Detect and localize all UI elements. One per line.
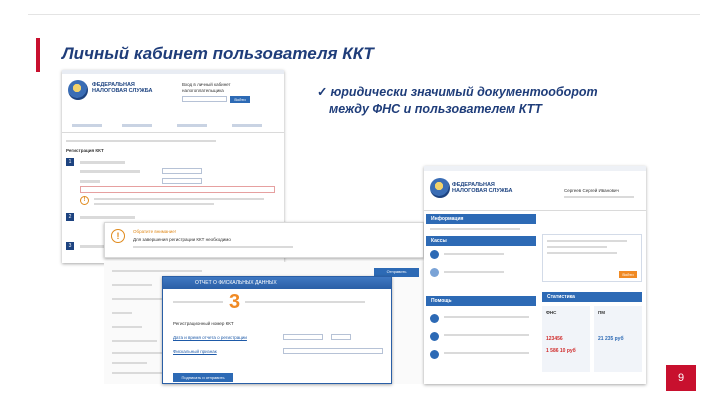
help-icon-3: [430, 350, 439, 359]
nav-tab-3[interactable]: [177, 124, 207, 127]
report-datetime-link[interactable]: Дата и время отчета о регистрации: [173, 335, 247, 341]
top-nav-strip: [62, 70, 284, 74]
user-name[interactable]: Сергеев Сергей Иванович: [564, 188, 619, 194]
field-label-2: [80, 180, 100, 183]
notif-line-2: [547, 246, 607, 248]
title-accent-bar: [36, 38, 40, 72]
check-icon: ✓: [317, 85, 328, 99]
panel-help-header: Помощь: [426, 296, 536, 306]
select-field-1[interactable]: [162, 168, 202, 174]
stat-card-pm: ПМ 21 235 руб: [594, 306, 642, 372]
top-divider: [28, 14, 700, 15]
stat-value-1: 123456: [546, 336, 563, 342]
stat-value-3: 21 235 руб: [598, 336, 624, 342]
header-search-input[interactable]: [182, 96, 227, 102]
breadcrumb: [66, 140, 216, 142]
nav-tab-4[interactable]: [232, 124, 262, 127]
form-row-7: [112, 352, 162, 354]
kkt-icon: [430, 250, 439, 259]
notif-line-1: [547, 240, 627, 242]
slide-title: Личный кабинет пользователя ККТ: [62, 44, 374, 63]
fiscal-report-dialog: ОТЧЕТ О ФИСКАЛЬНЫХ ДАННЫХ 3 Регистрацион…: [162, 276, 392, 384]
panel-info-header: Информация: [426, 214, 536, 224]
callout: ✓ юридически значимый документооборот меж…: [317, 84, 647, 118]
datetime-input[interactable]: [283, 334, 323, 340]
warning-popup: ! Обратите внимание! Для завершения реги…: [104, 222, 424, 258]
form-row-2: [112, 284, 152, 286]
field-label-1: [80, 170, 140, 173]
address-input[interactable]: [80, 186, 275, 193]
warning-title: Обратите внимание!: [133, 229, 177, 234]
dialog-hint-left: [173, 301, 223, 303]
warning-icon: !: [111, 229, 125, 243]
fiscal-sign-link[interactable]: Фискальный признак: [173, 349, 217, 355]
page-number: 9: [666, 365, 696, 391]
info-line-2: [94, 203, 214, 205]
fns-emblem-icon: [68, 80, 88, 100]
form-row-9: [112, 372, 167, 374]
dialog-hint-right: [245, 301, 365, 303]
form-row-1: [112, 270, 202, 272]
logo-text: ФЕДЕРАЛЬНАЯ НАЛОГОВАЯ СЛУЖБА: [92, 82, 152, 94]
header-login-button[interactable]: Войти: [230, 96, 250, 103]
notif-line-3: [547, 252, 617, 254]
stat-1-label: ФНС: [546, 310, 557, 315]
form-row-5: [112, 326, 142, 328]
fiscal-sign-input[interactable]: [283, 348, 383, 354]
logo-line-2: НАЛОГОВАЯ СЛУЖБА: [452, 188, 513, 194]
help-icon-2: [430, 332, 439, 341]
dialog-header: ОТЧЕТ О ФИСКАЛЬНЫХ ДАННЫХ: [163, 277, 391, 289]
screenshot-lk-dashboard: ФЕДЕРАЛЬНАЯ НАЛОГОВАЯ СЛУЖБА Сергеев Сер…: [424, 166, 646, 384]
stat-value-2: 1 586 10 руб: [546, 348, 576, 354]
step-2-badge: 2: [66, 213, 74, 221]
info-icon: !: [80, 196, 89, 205]
logo-text: ФЕДЕРАЛЬНАЯ НАЛОГОВАЯ СЛУЖБА: [452, 182, 512, 194]
top-nav-strip: [424, 166, 646, 171]
step-3-badge: 3: [66, 242, 74, 250]
step-1-label: [80, 161, 125, 164]
form-row-6: [112, 340, 157, 342]
user-subline: [564, 196, 634, 198]
nav-divider: [62, 132, 284, 133]
field-label: Регистрационный номер ККТ: [173, 321, 234, 326]
step-1-badge: 1: [66, 158, 74, 166]
header-divider: [424, 210, 646, 211]
select-field-2[interactable]: [162, 178, 202, 184]
stat-2-label: ПМ: [598, 310, 605, 315]
sign-and-send-button[interactable]: Подписать и отправить: [173, 373, 233, 382]
warning-body: Для завершения регистрации ККТ необходим…: [133, 237, 231, 242]
step-number: 3: [229, 291, 241, 313]
stat-card-fns: ФНС 123456 1 586 10 руб: [542, 306, 590, 372]
kkt-row-1: [444, 253, 504, 255]
kkt-row-2: [444, 271, 504, 273]
callout-line-1: юридически значимый документооборот: [330, 85, 598, 99]
notification-card: Войти: [542, 234, 642, 282]
info-row: [430, 228, 520, 230]
notif-button[interactable]: Войти: [619, 271, 637, 278]
time-input[interactable]: [331, 334, 351, 340]
panel-stats-header: Статистика: [542, 292, 642, 302]
help-row-2: [444, 334, 529, 336]
warning-link: [133, 246, 293, 248]
info-line-1: [94, 198, 264, 200]
panel-kkt-header: Кассы: [426, 236, 536, 246]
kkt-icon-2: [430, 268, 439, 277]
help-icon-1: [430, 314, 439, 323]
nav-tab-2[interactable]: [122, 124, 152, 127]
nav-tab-1[interactable]: [72, 124, 102, 127]
callout-line-2: между ФНС и пользователем КТТ: [329, 102, 542, 116]
help-row-3: [444, 352, 529, 354]
form-row-4: [112, 312, 132, 314]
header-info-2: налогоплательщика: [182, 88, 224, 93]
form-row-8: [112, 362, 147, 364]
fns-emblem-icon: [430, 178, 450, 198]
logo-line-2: НАЛОГОВАЯ СЛУЖБА: [92, 88, 153, 94]
step-2-label: [80, 216, 135, 219]
form-row-3: [112, 298, 167, 300]
section-title: Регистрация ККТ: [66, 148, 104, 153]
help-row-1: [444, 316, 529, 318]
